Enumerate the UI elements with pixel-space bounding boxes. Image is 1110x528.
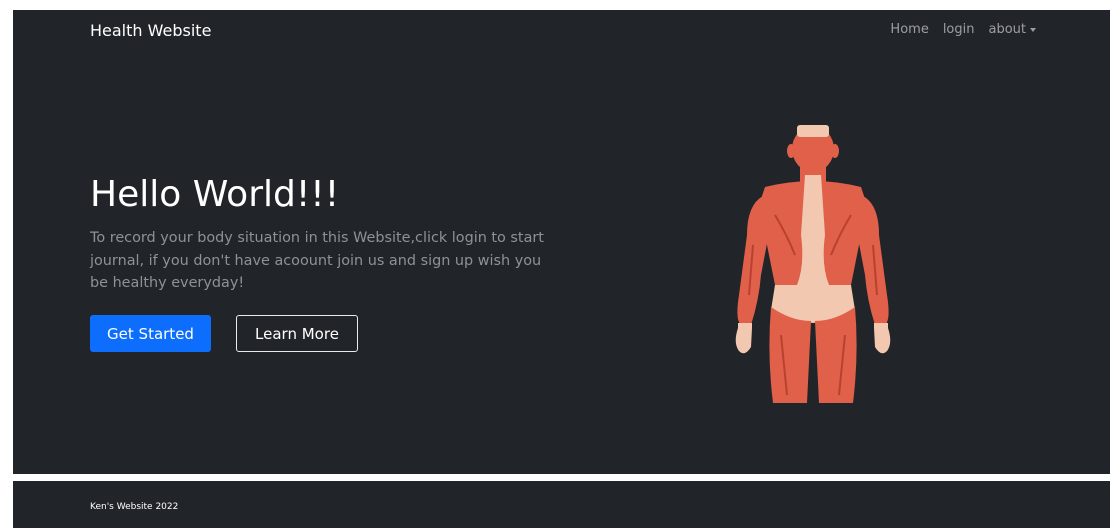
nav-about-label: about	[988, 22, 1026, 37]
page: Health Website Home login about Hello Wo…	[0, 0, 1110, 528]
get-started-button[interactable]: Get Started	[90, 315, 211, 352]
navbar: Health Website Home login about	[13, 10, 1110, 52]
figure-left-leg	[769, 307, 811, 403]
caret-down-icon	[1030, 28, 1036, 32]
footer-copyright: Ken's Website 2022	[90, 502, 179, 512]
figure-right-hand	[874, 328, 891, 354]
figure-right-leg	[815, 307, 857, 403]
figure-right-wrist	[874, 323, 888, 328]
footer: Ken's Website 2022	[13, 481, 1110, 528]
nav-about-dropdown[interactable]: about	[988, 22, 1036, 37]
hero-lead-text: To record your body situation in this We…	[90, 230, 544, 291]
nav-login-link[interactable]: login	[943, 22, 975, 37]
figure-ear-left	[787, 144, 795, 158]
nav-links: Home login about	[890, 22, 1036, 37]
hero-section: Health Website Home login about Hello Wo…	[13, 10, 1110, 474]
hero-title: Hello World!!!	[90, 174, 340, 215]
figure-ear-right	[831, 144, 839, 158]
figure-hair	[797, 125, 829, 137]
learn-more-button[interactable]: Learn More	[236, 315, 358, 352]
figure-left-hand	[735, 328, 752, 354]
nav-home-link[interactable]: Home	[890, 22, 928, 37]
figure-left-wrist	[738, 323, 752, 328]
muscular-body-image	[735, 125, 891, 403]
brand-link[interactable]: Health Website	[90, 21, 211, 40]
